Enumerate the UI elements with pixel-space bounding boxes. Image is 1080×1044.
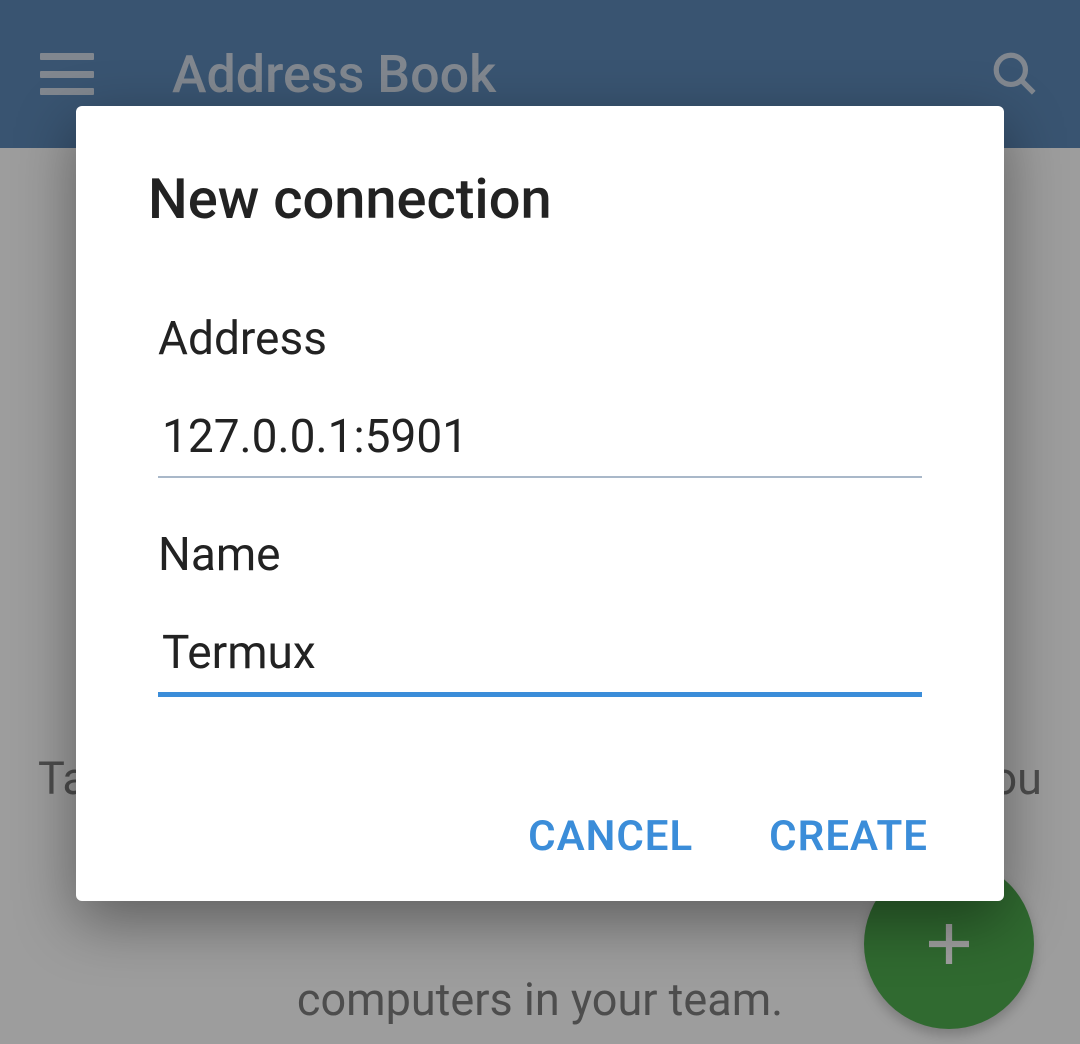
dialog-actions: CANCEL CREATE xyxy=(148,812,932,861)
modal-overlay[interactable]: New connection Address Name CANCEL CREAT… xyxy=(0,0,1080,1044)
address-input[interactable] xyxy=(158,398,922,478)
dialog-title: New connection xyxy=(148,166,932,232)
name-field-group: Name xyxy=(148,528,932,697)
address-label: Address xyxy=(158,312,922,366)
name-input[interactable] xyxy=(158,614,922,697)
name-label: Name xyxy=(158,528,922,582)
new-connection-dialog: New connection Address Name CANCEL CREAT… xyxy=(76,106,1004,901)
create-button[interactable]: CREATE xyxy=(769,812,928,861)
cancel-button[interactable]: CANCEL xyxy=(528,812,693,861)
address-field-group: Address xyxy=(148,312,932,478)
